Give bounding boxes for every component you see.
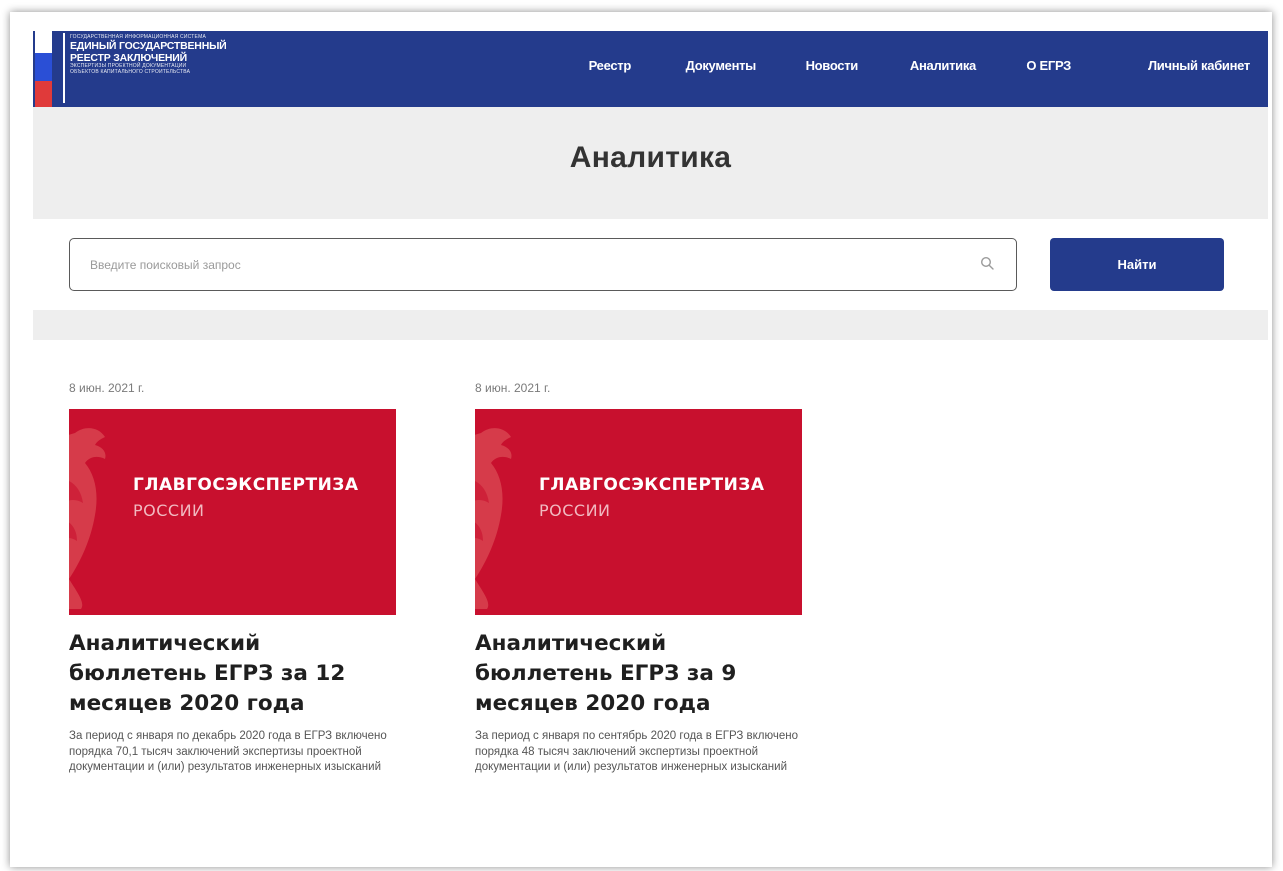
site-header: государственная информационная система е… <box>33 31 1268 107</box>
nav-link-news[interactable]: Новости <box>806 58 859 73</box>
card-image[interactable]: ГЛАВГОСЭКСПЕРТИЗА РОССИИ <box>475 409 802 615</box>
news-card-1[interactable]: 8 июн. 2021 г. ГЛАВГОСЭКСПЕРТИЗА РОССИИ … <box>69 381 399 776</box>
card-image-brand-1: ГЛАВГОСЭКСПЕРТИЗА <box>539 475 765 495</box>
card-date: 8 июн. 2021 г. <box>475 381 551 395</box>
card-image-brand-1: ГЛАВГОСЭКСПЕРТИЗА <box>133 475 359 495</box>
card-title[interactable]: Аналитический бюллетень ЕГРЗ за 12 месяц… <box>69 629 389 719</box>
news-card-2[interactable]: 8 июн. 2021 г. ГЛАВГОСЭКСПЕРТИЗА РОССИИ … <box>475 381 805 776</box>
russian-flag-icon <box>35 31 52 107</box>
card-description: За период с января по декабрь 2020 года … <box>69 730 387 773</box>
section-divider <box>33 310 1268 340</box>
logo-line-3: реестр заключений <box>70 51 187 64</box>
card-date: 8 июн. 2021 г. <box>69 381 145 395</box>
nav-link-analytics[interactable]: Аналитика <box>910 58 976 73</box>
search-button[interactable]: Найти <box>1050 238 1224 291</box>
card-title[interactable]: Аналитический бюллетень ЕГРЗ за 9 месяце… <box>475 629 795 719</box>
logo-line-1: государственная информационная система <box>70 34 206 40</box>
card-image-brand-2: РОССИИ <box>539 501 611 520</box>
search-icon[interactable] <box>980 256 994 270</box>
nav-link-registry[interactable]: Реестр <box>589 58 632 73</box>
logo-line-2: единый государственный <box>70 40 227 52</box>
nav-link-about[interactable]: О ЕГРЗ <box>1026 58 1071 73</box>
nav-link-account[interactable]: Личный кабинет <box>1148 58 1250 73</box>
search-box <box>69 238 1017 291</box>
site-logo[interactable]: государственная информационная система е… <box>70 34 300 76</box>
search-input[interactable] <box>88 239 952 291</box>
page: государственная информационная система е… <box>33 31 1268 867</box>
title-band: Аналитика <box>33 107 1268 219</box>
eagle-emblem-icon <box>69 428 106 609</box>
eagle-emblem-icon <box>475 428 512 609</box>
logo-divider <box>63 33 65 103</box>
page-title: Аналитика <box>569 141 732 174</box>
nav-link-documents[interactable]: Документы <box>686 58 757 73</box>
card-description: За период с января по сентябрь 2020 года… <box>475 730 799 773</box>
logo-line-5: объектов капитального строительства <box>70 69 191 75</box>
card-image-brand-2: РОССИИ <box>133 501 205 520</box>
screenshot-frame: государственная информационная система е… <box>10 12 1272 867</box>
card-image[interactable]: ГЛАВГОСЭКСПЕРТИЗА РОССИИ <box>69 409 396 615</box>
